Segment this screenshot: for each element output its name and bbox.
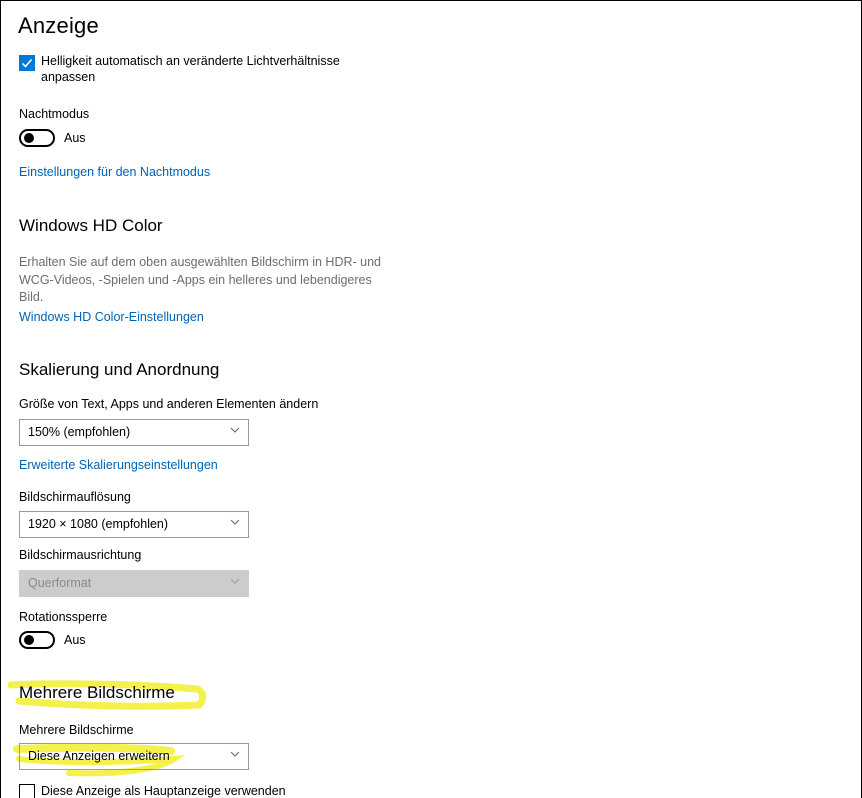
advanced-scaling-link[interactable]: Erweiterte Skalierungseinstellungen	[19, 458, 218, 472]
rotation-lock-label: Rotationssperre	[19, 610, 108, 624]
chevron-down-icon	[230, 578, 240, 584]
checkmark-icon	[21, 58, 33, 68]
resolution-label: Bildschirmauflösung	[19, 490, 131, 504]
multi-display-heading: Mehrere Bildschirme	[19, 683, 175, 702]
brightness-checkbox[interactable]	[19, 55, 35, 71]
orientation-dropdown: Querformat	[19, 570, 249, 597]
night-mode-label: Nachtmodus	[19, 107, 90, 121]
main-display-checkbox[interactable]	[19, 784, 35, 798]
main-display-label: Diese Anzeige als Hauptanzeige verwenden	[41, 784, 286, 798]
brightness-label-line2: anpassen	[41, 70, 96, 84]
orientation-value: Querformat	[28, 576, 92, 590]
chevron-down-icon	[230, 751, 240, 757]
hd-color-heading: Windows HD Color	[19, 216, 163, 235]
orientation-label: Bildschirmausrichtung	[19, 548, 142, 562]
chevron-down-icon	[230, 427, 240, 433]
multi-display-label: Mehrere Bildschirme	[19, 723, 134, 737]
night-mode-toggle[interactable]	[19, 129, 55, 147]
hd-color-desc-line3: Bild.	[19, 290, 44, 304]
rotation-lock-state: Aus	[64, 633, 86, 647]
night-mode-state: Aus	[64, 131, 86, 145]
resolution-dropdown[interactable]: 1920 × 1080 (empfohlen)	[19, 511, 249, 538]
scaling-size-value: 150% (empfohlen)	[28, 425, 131, 439]
chevron-down-icon	[230, 519, 240, 525]
scaling-heading: Skalierung und Anordnung	[19, 360, 220, 379]
settings-window: Anzeige Helligkeit automatisch an veränd…	[0, 0, 862, 798]
night-mode-settings-link[interactable]: Einstellungen für den Nachtmodus	[19, 165, 210, 179]
rotation-lock-toggle[interactable]	[19, 631, 55, 649]
hd-color-desc-line2: WCG-Videos, -Spielen und -Apps ein helle…	[19, 273, 372, 287]
hd-color-settings-link[interactable]: Windows HD Color-Einstellungen	[19, 310, 204, 324]
scaling-size-label: Größe von Text, Apps und anderen Element…	[19, 397, 319, 411]
brightness-label-line1: Helligkeit automatisch an veränderte Lic…	[41, 54, 340, 68]
multi-display-value: Diese Anzeigen erweitern	[28, 749, 170, 763]
hd-color-desc-line1: Erhalten Sie auf dem oben ausgewählten B…	[19, 255, 381, 269]
page-title: Anzeige	[18, 13, 99, 38]
resolution-value: 1920 × 1080 (empfohlen)	[28, 517, 169, 531]
scaling-size-dropdown[interactable]: 150% (empfohlen)	[19, 419, 249, 446]
toggle-knob	[24, 635, 34, 645]
multi-display-dropdown[interactable]: Diese Anzeigen erweitern	[19, 743, 249, 770]
toggle-knob	[24, 133, 34, 143]
